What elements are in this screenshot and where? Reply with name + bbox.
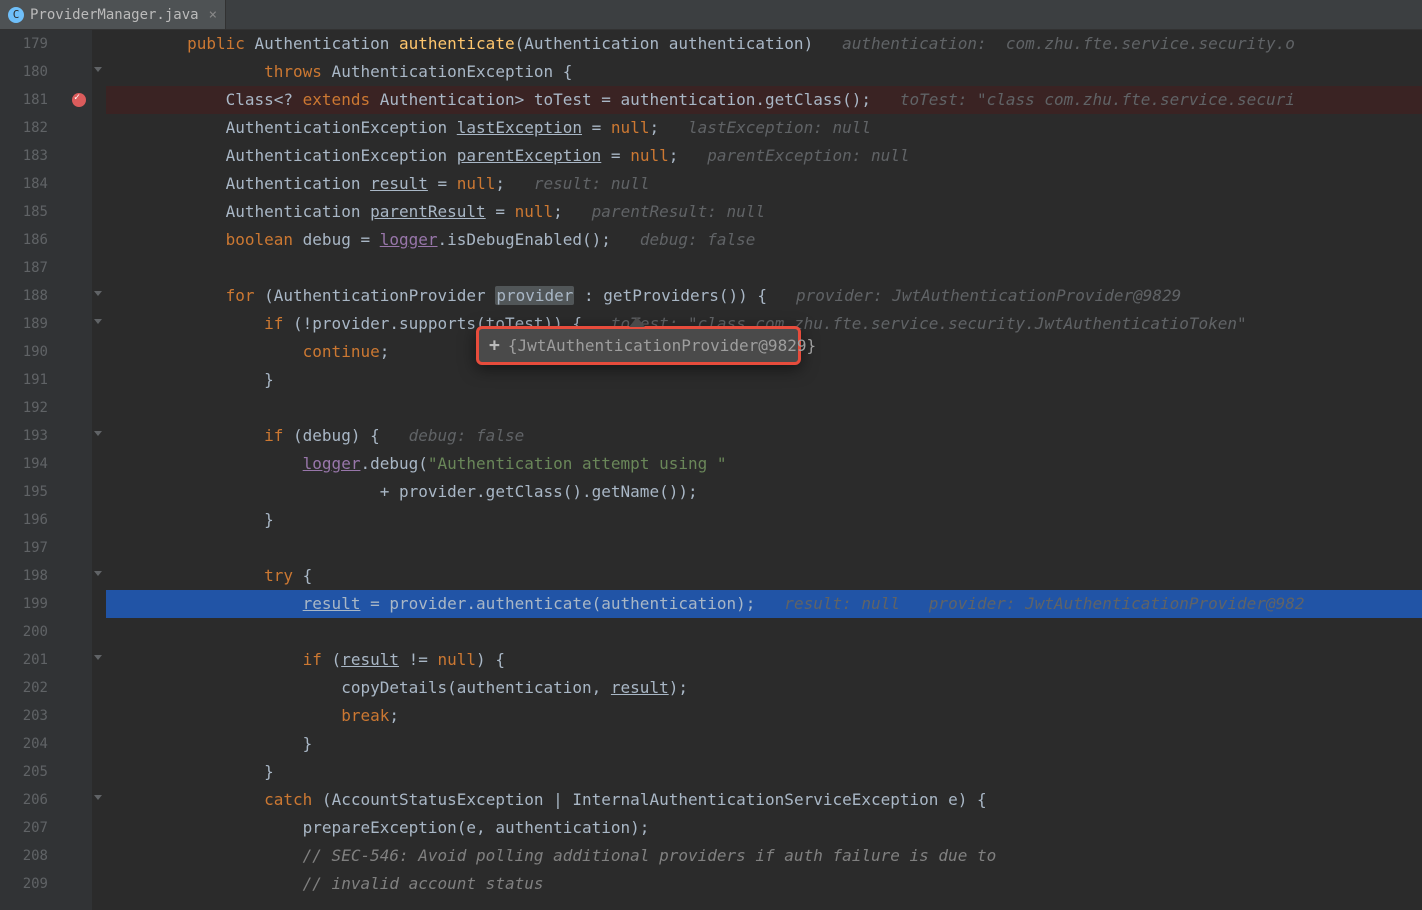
code-line xyxy=(106,618,1422,646)
line-number: 196 xyxy=(0,506,66,534)
code-line: prepareException(e, authentication); xyxy=(106,814,1422,842)
line-number: 200 xyxy=(0,618,66,646)
line-number: 197 xyxy=(0,534,66,562)
fold-marker-icon[interactable] xyxy=(94,431,102,436)
code-line: } xyxy=(106,506,1422,534)
fold-marker-icon[interactable] xyxy=(94,67,102,72)
fold-marker-icon[interactable] xyxy=(94,795,102,800)
line-number: 207 xyxy=(0,814,66,842)
code-line: AuthenticationException parentException … xyxy=(106,142,1422,170)
tab-filename: ProviderManager.java xyxy=(30,7,199,23)
code-line: try { xyxy=(106,562,1422,590)
line-number: 180 xyxy=(0,58,66,86)
line-number: 193 xyxy=(0,422,66,450)
line-number: 208 xyxy=(0,842,66,870)
tooltip-pointer-icon xyxy=(629,317,645,327)
line-number: 185 xyxy=(0,198,66,226)
fold-marker-icon[interactable] xyxy=(94,655,102,660)
line-number: 206 xyxy=(0,786,66,814)
code-line: } xyxy=(106,366,1422,394)
java-class-icon: C xyxy=(8,7,24,23)
line-number: 191 xyxy=(0,366,66,394)
expand-plus-icon[interactable]: + xyxy=(489,335,500,356)
tab-bar: C ProviderManager.java × xyxy=(0,0,1422,30)
line-number: 201 xyxy=(0,646,66,674)
fold-marker-icon[interactable] xyxy=(94,319,102,324)
line-number: 202 xyxy=(0,674,66,702)
code-line: break; xyxy=(106,702,1422,730)
line-number: 186 xyxy=(0,226,66,254)
code-line: throws AuthenticationException { xyxy=(106,58,1422,86)
line-number: 192 xyxy=(0,394,66,422)
code-line: logger.debug("Authentication attempt usi… xyxy=(106,450,1422,478)
line-number: 205 xyxy=(0,758,66,786)
code-line: } xyxy=(106,730,1422,758)
code-line-breakpoint: Class<? extends Authentication> toTest =… xyxy=(106,86,1422,114)
variable-highlighted: provider xyxy=(495,286,574,305)
code-line: public Authentication authenticate(Authe… xyxy=(106,30,1422,58)
line-number: 198 xyxy=(0,562,66,590)
code-line xyxy=(106,254,1422,282)
line-number: 203 xyxy=(0,702,66,730)
code-editor[interactable]: 179 180 181 182 183 184 185 186 187 188 … xyxy=(0,30,1422,910)
breakpoint-gutter[interactable] xyxy=(66,30,92,910)
code-line: if (result != null) { xyxy=(106,646,1422,674)
line-number: 194 xyxy=(0,450,66,478)
line-number: 182 xyxy=(0,114,66,142)
code-line: + provider.getClass().getName()); xyxy=(106,478,1422,506)
line-number-gutter: 179 180 181 182 183 184 185 186 187 188 … xyxy=(0,30,66,910)
line-number: 188 xyxy=(0,282,66,310)
line-number: 204 xyxy=(0,730,66,758)
line-number: 181 xyxy=(0,86,66,114)
code-line: boolean debug = logger.isDebugEnabled();… xyxy=(106,226,1422,254)
code-line: for (AuthenticationProvider provider : g… xyxy=(106,282,1422,310)
line-number: 183 xyxy=(0,142,66,170)
fold-marker-icon[interactable] xyxy=(94,291,102,296)
code-line: copyDetails(authentication, result); xyxy=(106,674,1422,702)
code-line: catch (AccountStatusException | Internal… xyxy=(106,786,1422,814)
close-icon[interactable]: × xyxy=(209,7,217,23)
breakpoint-icon[interactable] xyxy=(72,93,86,107)
debug-value-tooltip[interactable]: + {JwtAuthenticationProvider@9829} xyxy=(476,326,801,365)
code-line: // SEC-546: Avoid polling additional pro… xyxy=(106,842,1422,870)
code-line: Authentication parentResult = null; pare… xyxy=(106,198,1422,226)
file-tab[interactable]: C ProviderManager.java × xyxy=(0,0,226,29)
code-line xyxy=(106,534,1422,562)
line-number: 187 xyxy=(0,254,66,282)
code-line xyxy=(106,394,1422,422)
line-number: 199 xyxy=(0,590,66,618)
line-number: 189 xyxy=(0,310,66,338)
tooltip-value: {JwtAuthenticationProvider@9829} xyxy=(508,336,816,355)
code-line: AuthenticationException lastException = … xyxy=(106,114,1422,142)
code-line: Authentication result = null; result: nu… xyxy=(106,170,1422,198)
line-number: 195 xyxy=(0,478,66,506)
line-number: 179 xyxy=(0,30,66,58)
line-number: 209 xyxy=(0,870,66,898)
code-line-current-execution: result = provider.authenticate(authentic… xyxy=(106,590,1422,618)
code-line: } xyxy=(106,758,1422,786)
fold-gutter xyxy=(92,30,106,910)
code-line: if (debug) { debug: false xyxy=(106,422,1422,450)
line-number: 190 xyxy=(0,338,66,366)
code-line: // invalid account status xyxy=(106,870,1422,898)
code-area[interactable]: public Authentication authenticate(Authe… xyxy=(106,30,1422,910)
line-number: 184 xyxy=(0,170,66,198)
fold-marker-icon[interactable] xyxy=(94,571,102,576)
